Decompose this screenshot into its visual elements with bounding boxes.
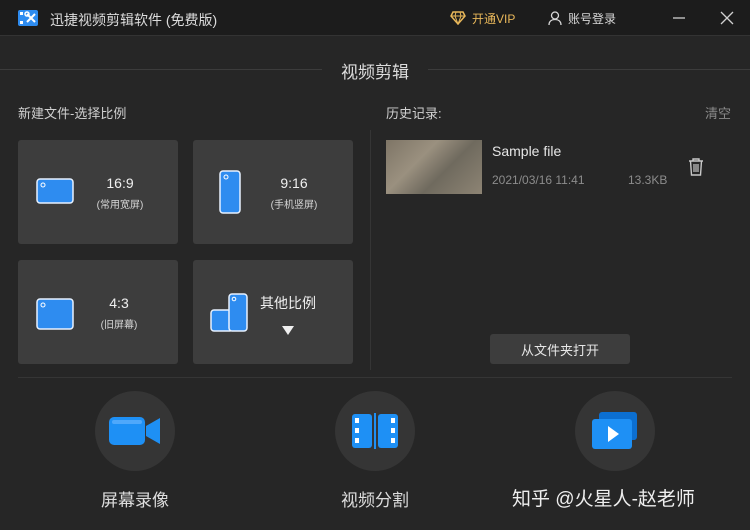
- ratio-description: (旧屏幕): [100, 320, 138, 331]
- account-login-button[interactable]: 账号登录: [548, 9, 616, 27]
- diamond-icon: [450, 11, 466, 25]
- ratio-value: 4:3: [109, 295, 129, 311]
- video-thumbnail[interactable]: [386, 140, 482, 194]
- tools-divider: [18, 377, 732, 378]
- ratio-description: (常用宽屏): [96, 200, 144, 211]
- close-button[interactable]: [716, 7, 738, 29]
- history-file-name[interactable]: Sample file: [492, 143, 561, 159]
- history-file-date: 2021/03/16 11:41: [492, 173, 585, 187]
- minimize-icon: [673, 17, 685, 19]
- close-icon: [720, 11, 734, 25]
- video-tool-button[interactable]: [575, 391, 655, 471]
- ratio-card-9-16[interactable]: 9:16 (手机竖屏): [193, 140, 353, 244]
- zhihu-watermark: 知乎 @火星人-赵老师: [512, 489, 695, 510]
- history-label: 历史记录:: [386, 106, 442, 121]
- section-title: 视频剪辑: [341, 63, 409, 82]
- ratio-card-4-3[interactable]: 4:3 (旧屏幕): [18, 260, 178, 364]
- ratio-card-other[interactable]: 其他比例: [193, 260, 353, 364]
- trash-icon[interactable]: [687, 157, 705, 177]
- video-play-icon: [592, 412, 637, 449]
- panel-divider: [370, 130, 371, 370]
- user-icon: [548, 10, 562, 25]
- camera-icon: [109, 417, 160, 445]
- screen-record-label: 屏幕录像: [101, 491, 169, 510]
- ratio-value: 16:9: [106, 175, 134, 191]
- landscape-screen-icon: [36, 178, 74, 204]
- film-split-icon: [352, 413, 398, 449]
- vip-button[interactable]: 开通VIP: [450, 9, 515, 27]
- clear-history-button[interactable]: 清空: [705, 103, 731, 122]
- standard-screen-icon: [36, 298, 74, 330]
- open-from-folder-button[interactable]: 从文件夹打开: [490, 334, 630, 364]
- history-file-size: 13.3KB: [628, 173, 668, 187]
- vip-label: 开通VIP: [472, 11, 516, 26]
- app-title: 迅捷视频剪辑软件 (免费版): [50, 12, 218, 28]
- video-split-label: 视频分割: [341, 491, 409, 510]
- title-divider-right: [428, 69, 750, 70]
- ratio-card-16-9[interactable]: 16:9 (常用宽屏): [18, 140, 178, 244]
- title-bar: 迅捷视频剪辑软件 (免费版) 开通VIP 账号登录: [0, 0, 750, 36]
- app-logo-icon: [18, 10, 38, 26]
- account-label: 账号登录: [568, 11, 617, 26]
- new-file-label: 新建文件-选择比例: [18, 106, 127, 121]
- portrait-screen-icon: [219, 170, 241, 214]
- video-split-button[interactable]: [335, 391, 415, 471]
- custom-ratio-icon: [210, 293, 248, 332]
- ratio-value: 其他比例: [260, 295, 316, 311]
- minimize-button[interactable]: [668, 7, 690, 29]
- ratio-value: 9:16: [280, 175, 308, 191]
- dropdown-triangle-icon[interactable]: [282, 326, 294, 335]
- ratio-description: (手机竖屏): [270, 200, 318, 211]
- screen-record-button[interactable]: [95, 391, 175, 471]
